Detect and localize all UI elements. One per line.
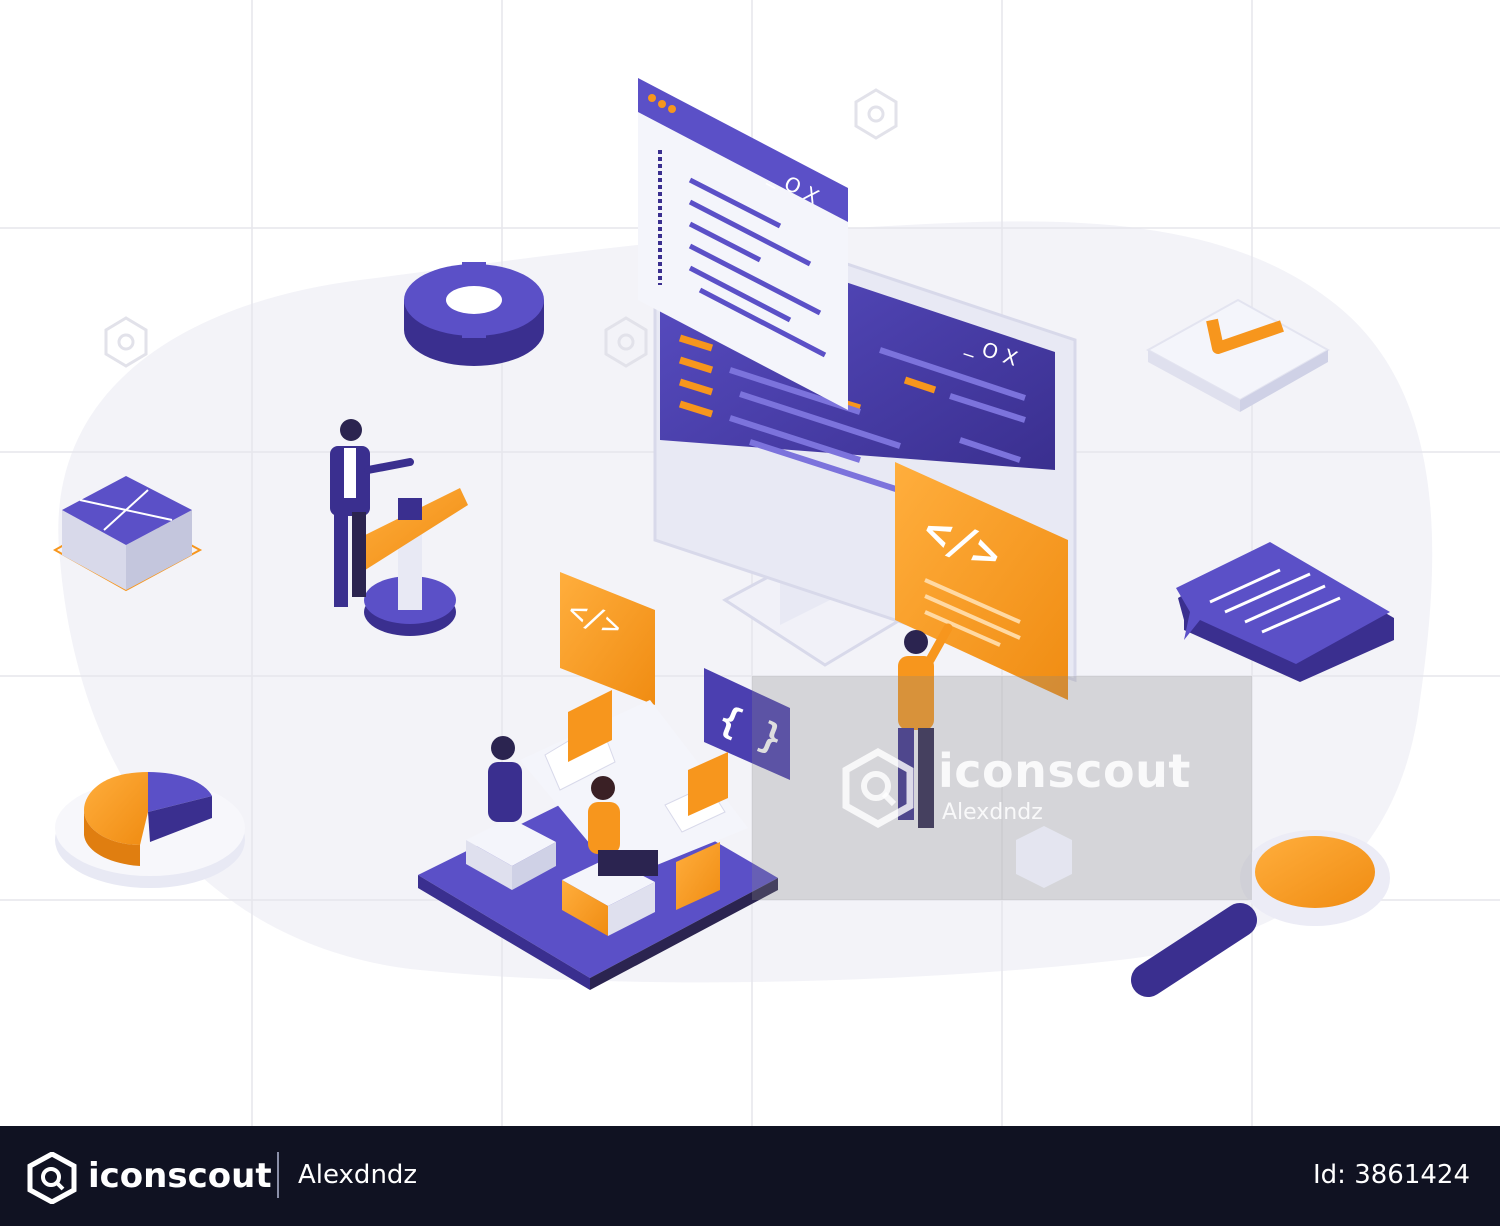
- footer-asset-id: Id: 3861424: [1313, 1160, 1470, 1190]
- footer-divider: [277, 1152, 279, 1198]
- watermark-brand: iconscout: [938, 744, 1191, 798]
- gear-icon: [404, 262, 544, 366]
- footer-brand-link[interactable]: iconscout: [88, 1156, 272, 1196]
- watermark-author: Alexdndz: [942, 800, 1043, 825]
- footer-bar: iconscout Alexdndz Id: 3861424: [0, 1126, 1500, 1226]
- iconscout-watermark-logo-icon: [842, 748, 914, 828]
- isometric-web-development-illustration: _ O X _ O X </> </> {}: [0, 0, 1500, 1126]
- iconscout-logo-icon[interactable]: [26, 1152, 78, 1204]
- footer-author-link[interactable]: Alexdndz: [298, 1160, 417, 1190]
